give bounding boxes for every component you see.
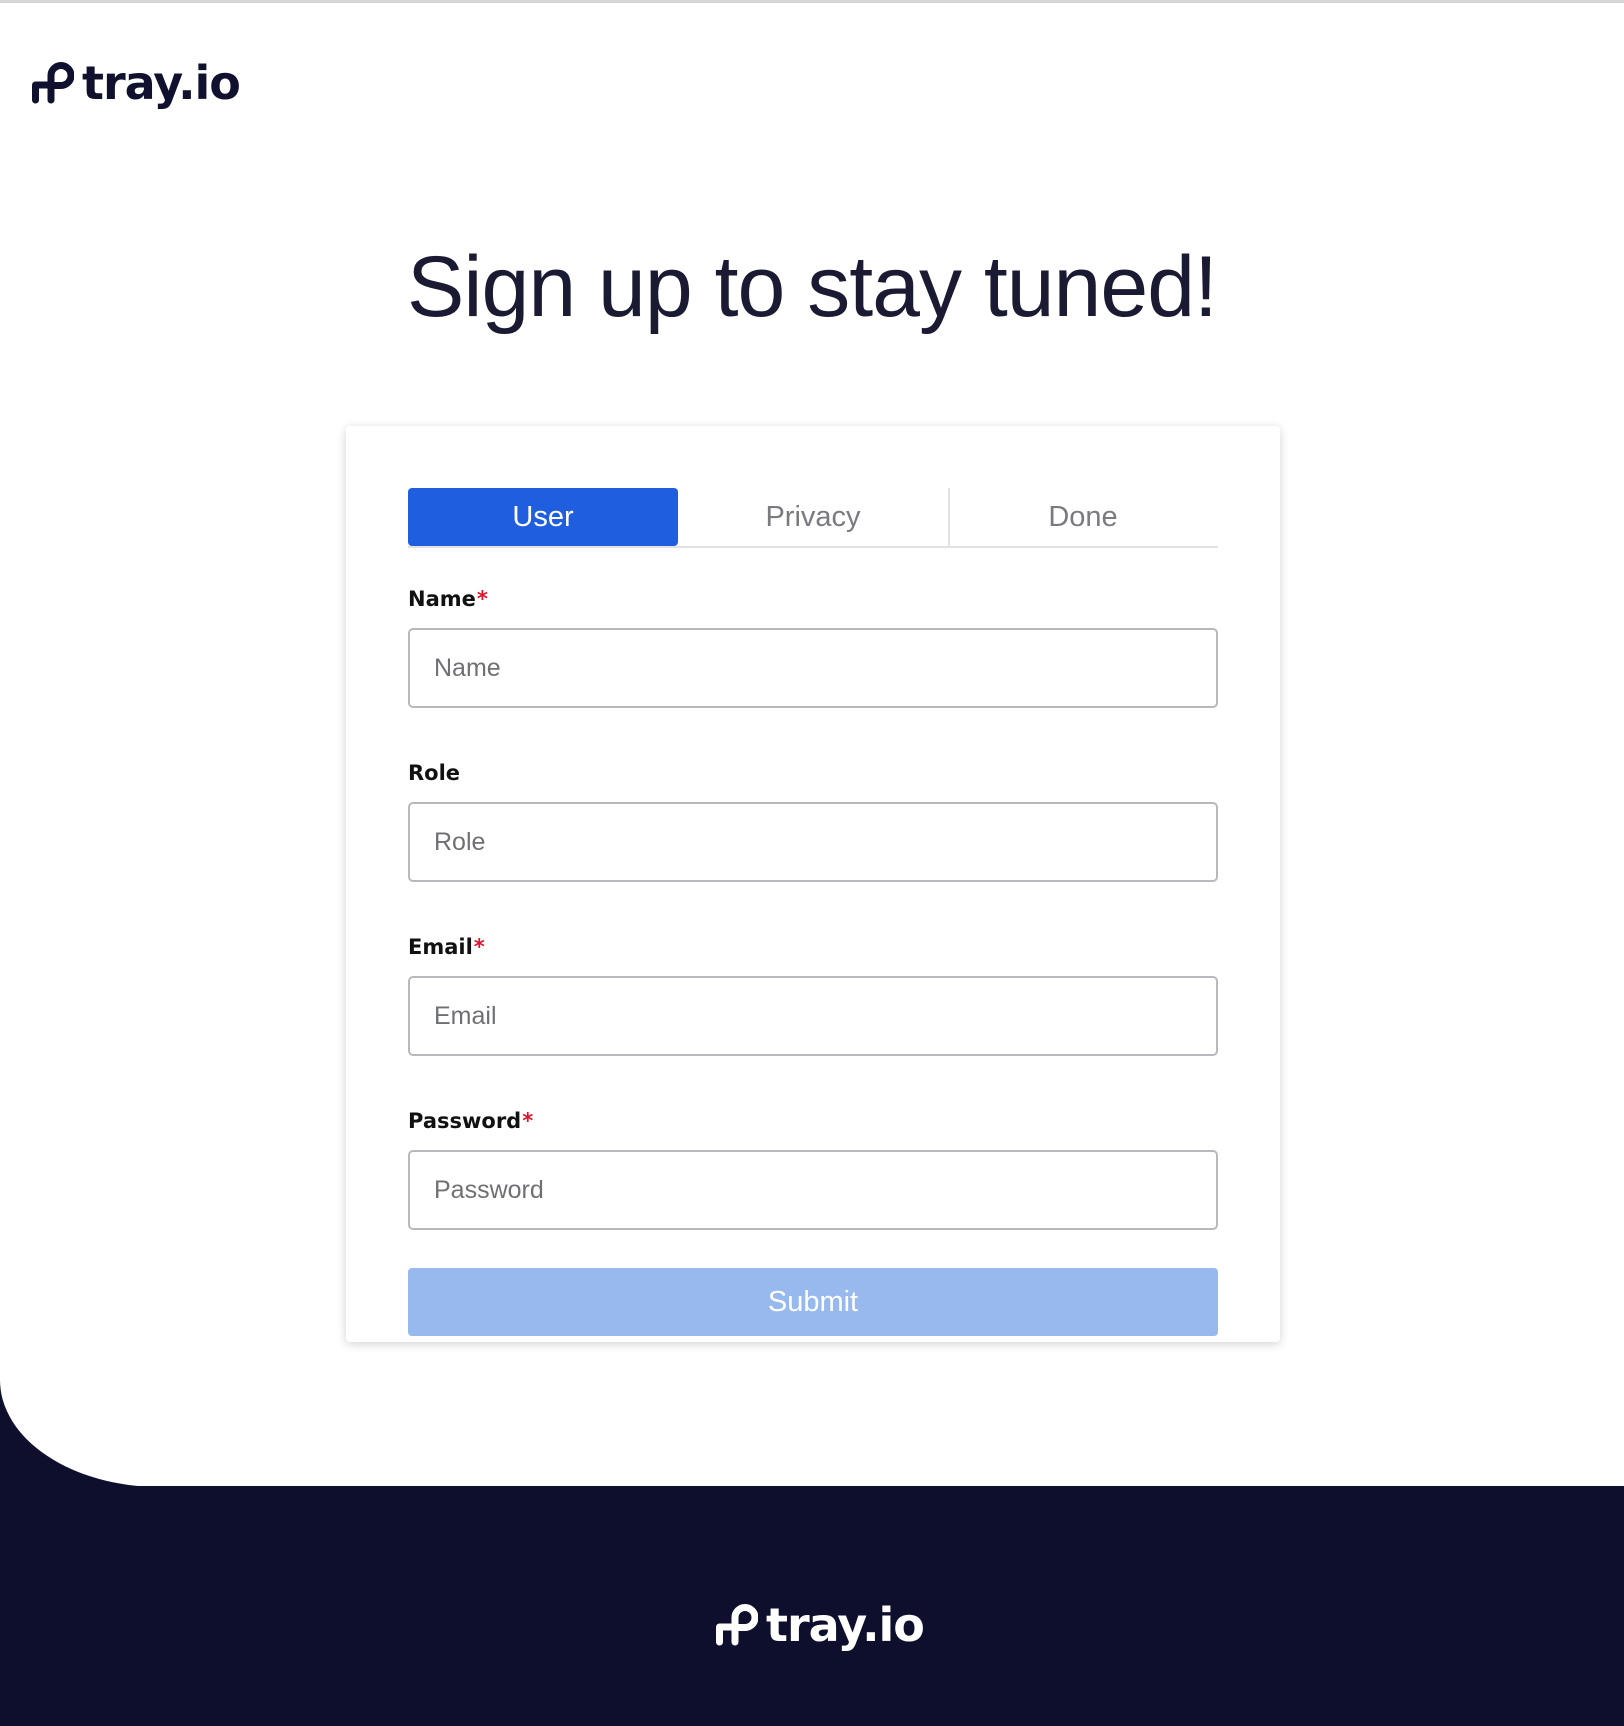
tab-privacy[interactable]: Privacy (678, 488, 948, 546)
role-label: Role (408, 760, 1218, 786)
logo-wordmark: tray.io (766, 1598, 925, 1652)
footer-curve (0, 1273, 320, 1487)
header-logo[interactable]: tray.io (30, 56, 241, 110)
password-input[interactable] (408, 1150, 1218, 1230)
password-label-text: Password (408, 1109, 522, 1133)
tray-logo-icon (30, 60, 74, 106)
tab-done[interactable]: Done (948, 488, 1218, 546)
email-label: Email* (408, 934, 1218, 960)
name-label-text: Name (408, 587, 476, 611)
role-input[interactable] (408, 802, 1218, 882)
email-label-text: Email (408, 935, 473, 959)
signup-card: User Privacy Done Name* Role Email* Pass… (346, 426, 1280, 1342)
signup-steps-tabs: User Privacy Done (408, 488, 1218, 548)
email-input[interactable] (408, 976, 1218, 1056)
role-label-text: Role (408, 761, 461, 785)
signup-form: Name* Role Email* Password* Submit (408, 586, 1218, 1336)
required-asterisk: * (476, 587, 488, 611)
logo-wordmark: tray.io (82, 56, 241, 110)
page-title: Sign up to stay tuned! (407, 239, 1218, 335)
footer-logo[interactable]: tray.io (714, 1598, 925, 1652)
name-label: Name* (408, 586, 1218, 612)
tab-user[interactable]: User (408, 488, 678, 546)
tray-logo-icon (714, 1602, 758, 1648)
required-asterisk: * (522, 1109, 534, 1133)
required-asterisk: * (473, 935, 485, 959)
password-label: Password* (408, 1108, 1218, 1134)
submit-button[interactable]: Submit (408, 1268, 1218, 1336)
top-divider (0, 0, 1624, 3)
name-input[interactable] (408, 628, 1218, 708)
